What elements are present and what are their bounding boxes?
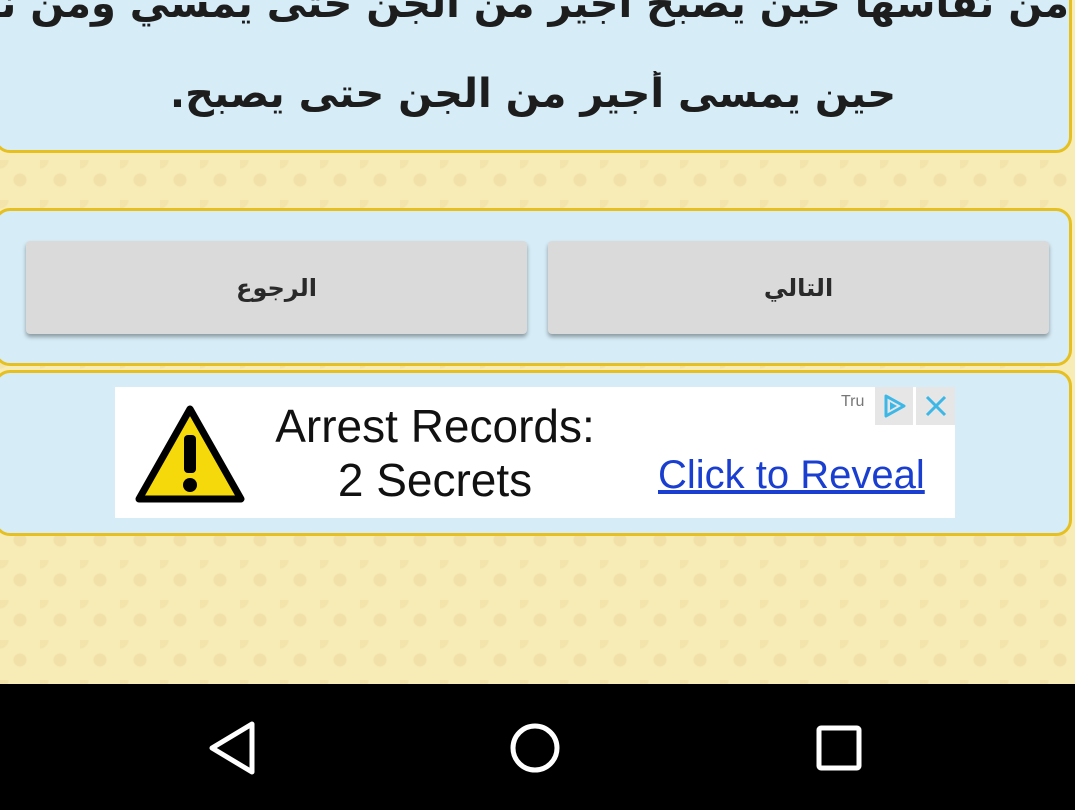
ad-headline-line-2: 2 Secrets: [337, 454, 533, 506]
nav-recent-icon[interactable]: [811, 720, 867, 776]
ad-close-button[interactable]: [916, 387, 955, 425]
back-button[interactable]: الرجوع: [26, 241, 527, 334]
adchoices-button[interactable]: [875, 387, 913, 425]
system-navigation-bar: [0, 684, 1075, 810]
navigation-panel: التالي الرجوع: [0, 208, 1072, 366]
nav-home-icon[interactable]: [507, 720, 563, 776]
ad-cta-link[interactable]: Click to Reveal: [658, 453, 925, 498]
close-icon: [925, 395, 946, 417]
content-text-line-1: من نفاسها حين يصبح أجير من الجن حتى يمسي…: [0, 0, 1069, 27]
warning-triangle-icon: [135, 405, 245, 503]
text-panel: من نفاسها حين يصبح أجير من الجن حتى يمسي…: [0, 0, 1072, 153]
content-text-line-2: حين يمسى أجير من الجن حتى يصبح.: [169, 71, 897, 117]
ad-banner[interactable]: Arrest Records: 2 Secrets Click to Revea…: [115, 387, 955, 518]
ad-headline: Arrest Records: 2 Secrets: [255, 399, 615, 507]
next-button[interactable]: التالي: [548, 241, 1049, 334]
adchoices-icon: [884, 394, 906, 418]
nav-back-icon[interactable]: [204, 720, 260, 776]
ad-headline-line-1: Arrest Records:: [275, 400, 595, 452]
ad-advertiser-label: Tru: [841, 393, 865, 410]
